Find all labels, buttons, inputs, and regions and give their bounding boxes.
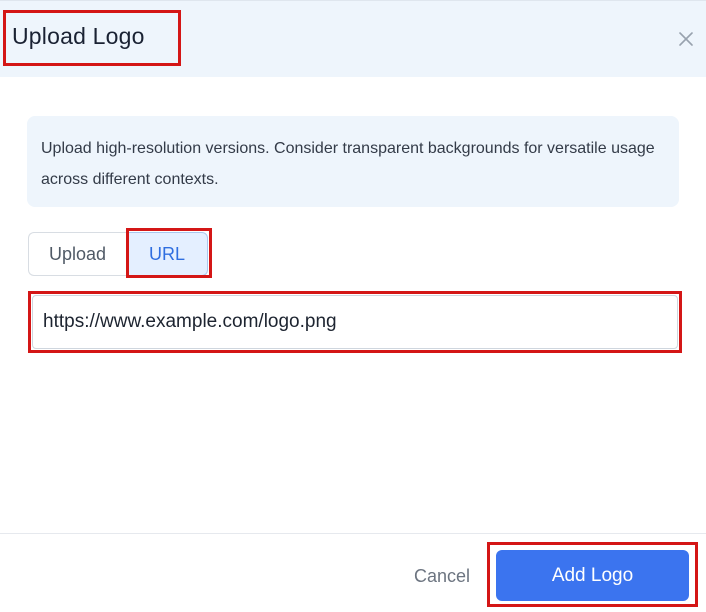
info-notice: Upload high-resolution versions. Conside… — [27, 116, 679, 207]
upload-logo-dialog: Upload Logo Upload high-resolution versi… — [0, 0, 706, 612]
source-tabs: Upload URL — [28, 232, 208, 276]
footer-divider — [0, 533, 706, 534]
info-text: Upload high-resolution versions. Conside… — [41, 140, 655, 188]
cancel-button[interactable]: Cancel — [408, 560, 476, 592]
close-button[interactable] — [672, 25, 700, 53]
tab-url[interactable]: URL — [126, 232, 208, 276]
add-logo-button[interactable]: Add Logo — [496, 550, 689, 601]
logo-url-input[interactable] — [32, 295, 678, 349]
tab-upload[interactable]: Upload — [28, 232, 126, 276]
close-icon — [679, 32, 693, 46]
dialog-title: Upload Logo — [12, 23, 145, 49]
dialog-header: Upload Logo — [0, 0, 706, 77]
